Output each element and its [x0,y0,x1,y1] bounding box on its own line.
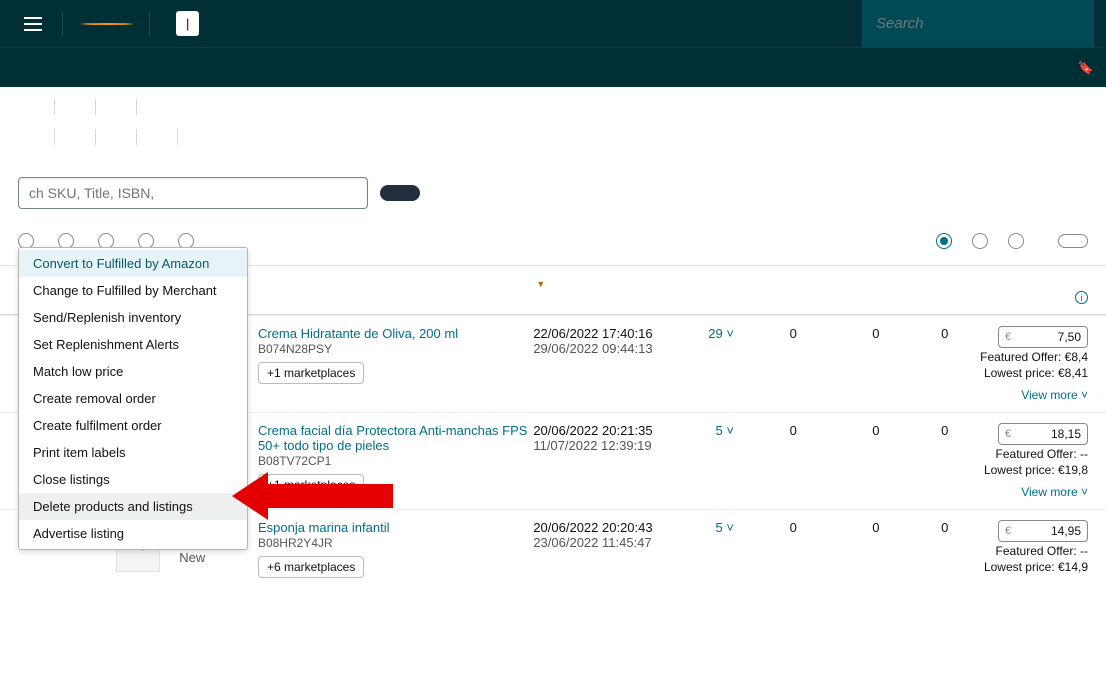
logo-smile-icon [81,23,133,25]
th-date[interactable] [533,276,545,290]
divider [62,11,63,37]
divider [95,99,96,115]
fba-tools-row [18,129,1088,145]
view-more-link[interactable]: View more ˅ [1021,388,1088,402]
divider [136,99,137,115]
divider [54,129,55,145]
radio-ftype-merchant[interactable] [1008,233,1024,249]
dropdown-item[interactable]: Print item labels [19,439,247,466]
product-name-link[interactable]: Crema facial día Protectora Anti-manchas… [258,423,528,453]
fulfilment-type-group [926,233,1088,249]
inventory-search-row [0,177,1106,223]
global-search[interactable] [862,0,1094,47]
inventory-search-input[interactable] [18,177,368,209]
radio-ftype-amazon[interactable] [972,233,988,249]
date-changed: 11/07/2022 12:39:19 [533,438,651,453]
available-link[interactable]: 29 ˅ [708,326,734,341]
product-asin: B08TV72CP1 [258,454,331,468]
search-button[interactable] [380,185,420,201]
marketplaces-pill[interactable]: +6 marketplaces [258,556,364,578]
listing-tools-row [18,99,1088,115]
product-asin: B08HR2Y4JR [258,536,333,550]
inbound-val: 0 [790,326,797,341]
info-icon[interactable]: i [1075,291,1088,304]
lowest-price: Lowest price: €14,9 [984,560,1088,574]
page-title-row [0,159,1106,177]
bulk-action-dropdown[interactable]: Convert to Fulfilled by AmazonChange to … [18,247,248,550]
global-search-input[interactable] [876,15,1080,32]
dropdown-item[interactable]: Create removal order [19,385,247,412]
product-asin: B074N28PSY [258,342,332,356]
dropdown-item[interactable]: Close listings [19,466,247,493]
dropdown-item[interactable]: Set Replenishment Alerts [19,331,247,358]
dropdown-item[interactable]: Send/Replenish inventory [19,304,247,331]
price-input[interactable]: €18,15 [998,423,1088,445]
unfulfillable-val: 0 [872,423,879,438]
inbound-val: 0 [790,423,797,438]
date-created: 20/06/2022 20:20:43 [533,520,652,535]
view-more-link[interactable]: View more ˅ [1021,485,1088,499]
featured-offer: Featured Offer: -- [996,447,1088,461]
date-changed: 29/06/2022 09:44:13 [533,341,652,356]
lowest-price: Lowest price: €19,8 [984,463,1088,477]
dropdown-item[interactable]: Change to Fulfilled by Merchant [19,277,247,304]
unfulfillable-val: 0 [872,326,879,341]
dropdown-item[interactable]: Create fulfilment order [19,412,247,439]
tool-links [0,87,1106,145]
dropdown-item[interactable]: Match low price [19,358,247,385]
divider [136,129,137,145]
divider [177,129,178,145]
hamburger-icon[interactable] [12,11,54,37]
marketplaces-pill[interactable]: +1 marketplaces [258,362,364,384]
available-link[interactable]: 5 ˅ [716,423,734,438]
dropdown-item[interactable]: Advertise listing [19,520,247,547]
price-input[interactable]: €14,95 [998,520,1088,542]
product-name-link[interactable]: Crema Hidratante de Oliva, 200 ml [258,326,458,341]
store-selector[interactable]: | [176,11,199,36]
unfulfillable-val: 0 [872,520,879,535]
marketplaces-pill[interactable]: +1 marketplaces [258,474,364,496]
reserved-val: 0 [941,326,948,341]
dropdown-item[interactable]: Delete products and listings [19,493,247,520]
featured-offer: Featured Offer: -- [996,544,1088,558]
add-filter-button[interactable] [1058,234,1088,248]
top-bar: | [0,0,1106,47]
reserved-val: 0 [941,520,948,535]
dropdown-item[interactable]: Convert to Fulfilled by Amazon [19,250,247,277]
bookmark-icon[interactable]: 🔖 [1078,60,1094,76]
product-name-link[interactable]: Esponja marina infantil [258,520,390,535]
divider [95,129,96,145]
divider [54,99,55,115]
reserved-val: 0 [941,423,948,438]
featured-offer: Featured Offer: €8,4 [980,350,1088,364]
price-input[interactable]: €7,50 [998,326,1088,348]
available-link[interactable]: 5 ˅ [716,520,734,535]
row-condition: New [179,550,205,565]
favourites-bar: 🔖 [0,47,1106,87]
date-created: 20/06/2022 20:21:35 [533,423,652,438]
divider [149,11,150,37]
lowest-price: Lowest price: €8,41 [984,366,1088,380]
date-created: 22/06/2022 17:40:16 [533,326,652,341]
radio-ftype-all[interactable] [936,233,952,249]
inbound-val: 0 [790,520,797,535]
date-changed: 23/06/2022 11:45:47 [533,535,651,550]
